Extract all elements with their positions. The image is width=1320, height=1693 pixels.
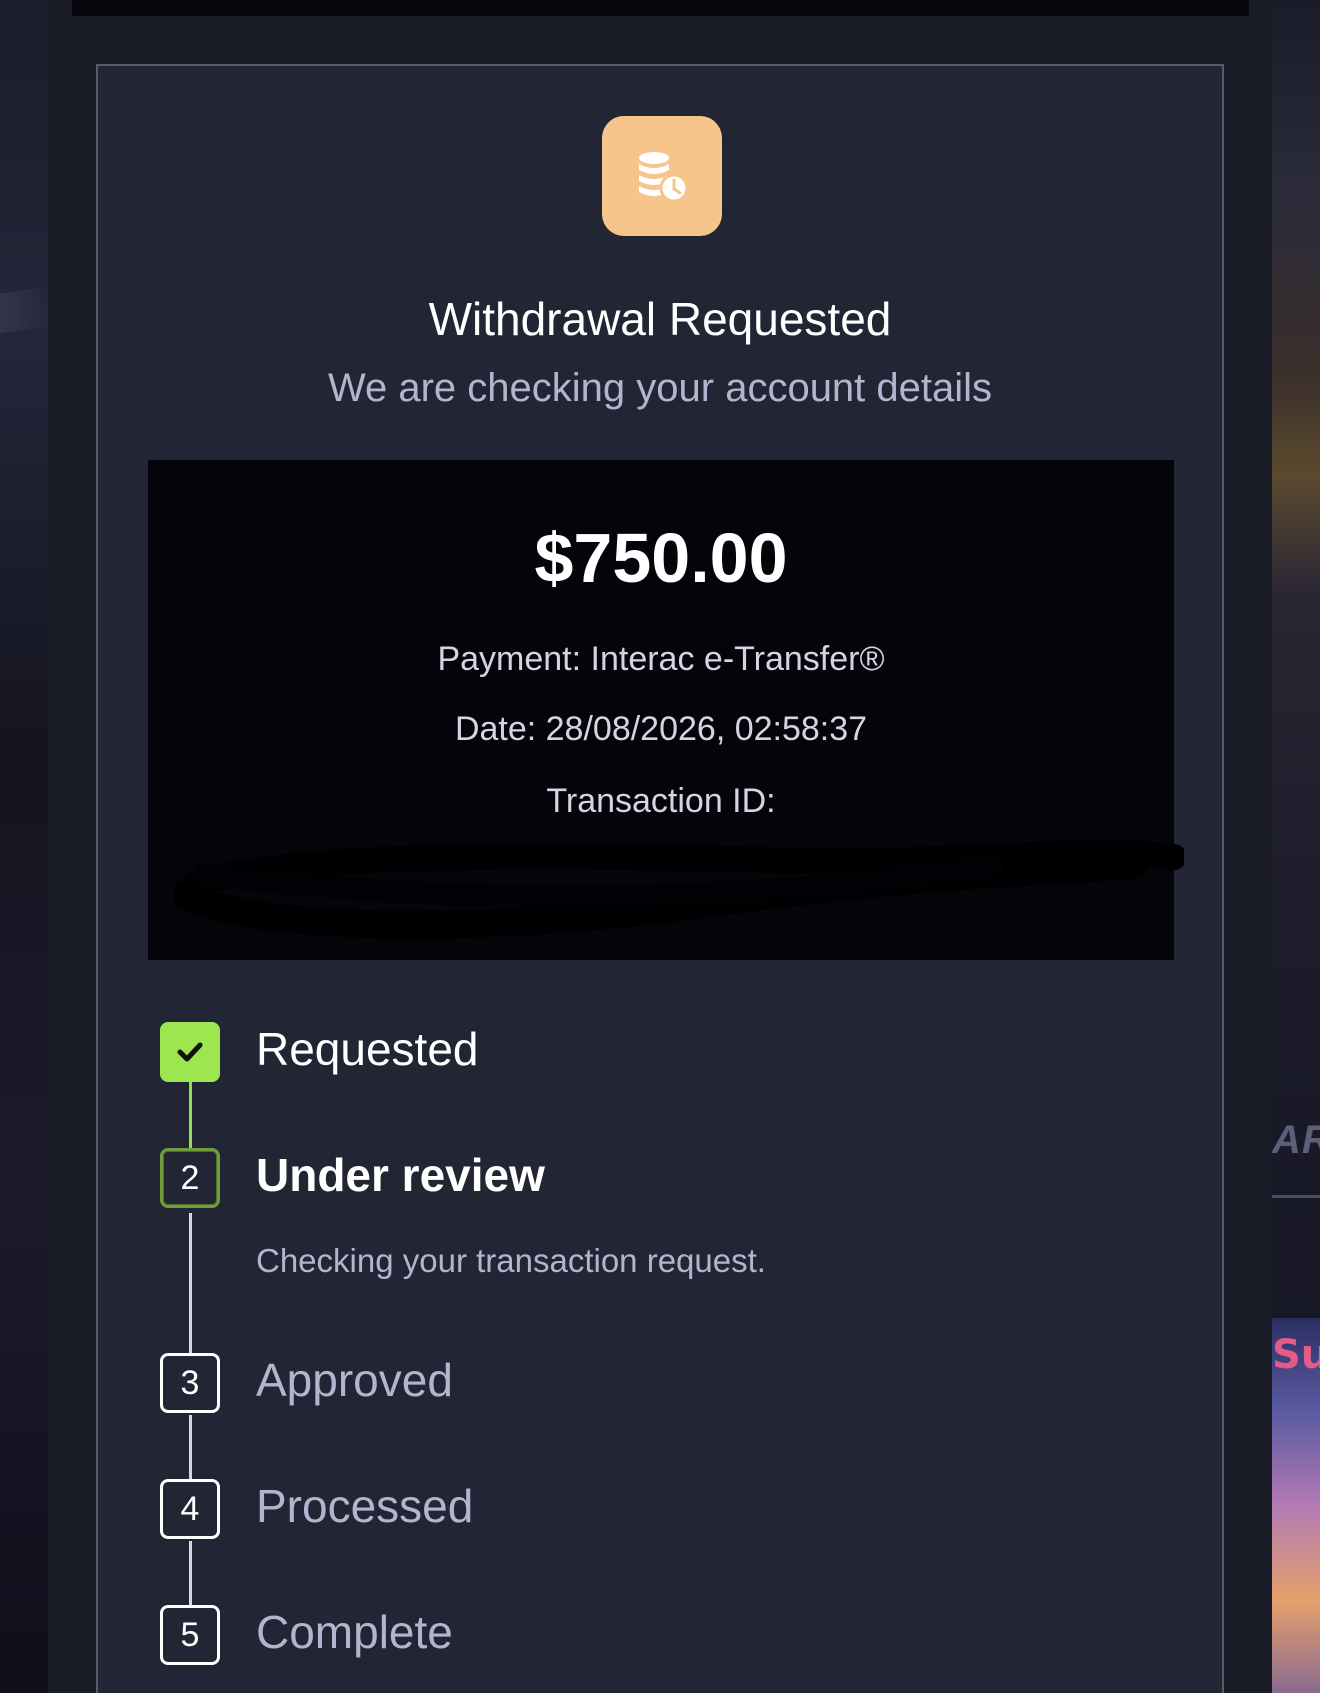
step-connector — [189, 1213, 192, 1367]
step-3-number: 3 — [160, 1353, 220, 1413]
step-4-number: 4 — [160, 1479, 220, 1539]
withdrawal-status-card: Withdrawal Requested We are checking you… — [96, 64, 1224, 1693]
step-1-check-icon — [160, 1022, 220, 1082]
background-banner-text: AR — [1272, 1118, 1320, 1162]
background-right-blur: AR Su — [1272, 0, 1320, 1693]
checkmark-icon — [177, 1042, 203, 1062]
step-label-processed: Processed — [256, 1480, 474, 1532]
step-connector — [189, 1070, 192, 1153]
step-description: Checking your transaction request. — [256, 1242, 766, 1279]
progress-stepper: Requested 2 Under review Checking your t… — [98, 66, 1222, 1693]
modal-top-strip — [72, 0, 1249, 16]
step-label-complete: Complete — [256, 1606, 453, 1658]
background-game-title: Su — [1272, 1332, 1320, 1378]
step-label-under-review: Under review — [256, 1149, 545, 1201]
background-divider — [1272, 1195, 1320, 1198]
step-connector — [189, 1541, 192, 1605]
step-2-number: 2 — [160, 1148, 220, 1208]
step-5-number: 5 — [160, 1605, 220, 1665]
background-left-blur — [0, 0, 48, 1693]
step-label-requested: Requested — [256, 1023, 479, 1075]
step-label-approved: Approved — [256, 1354, 453, 1406]
step-connector — [189, 1415, 192, 1479]
